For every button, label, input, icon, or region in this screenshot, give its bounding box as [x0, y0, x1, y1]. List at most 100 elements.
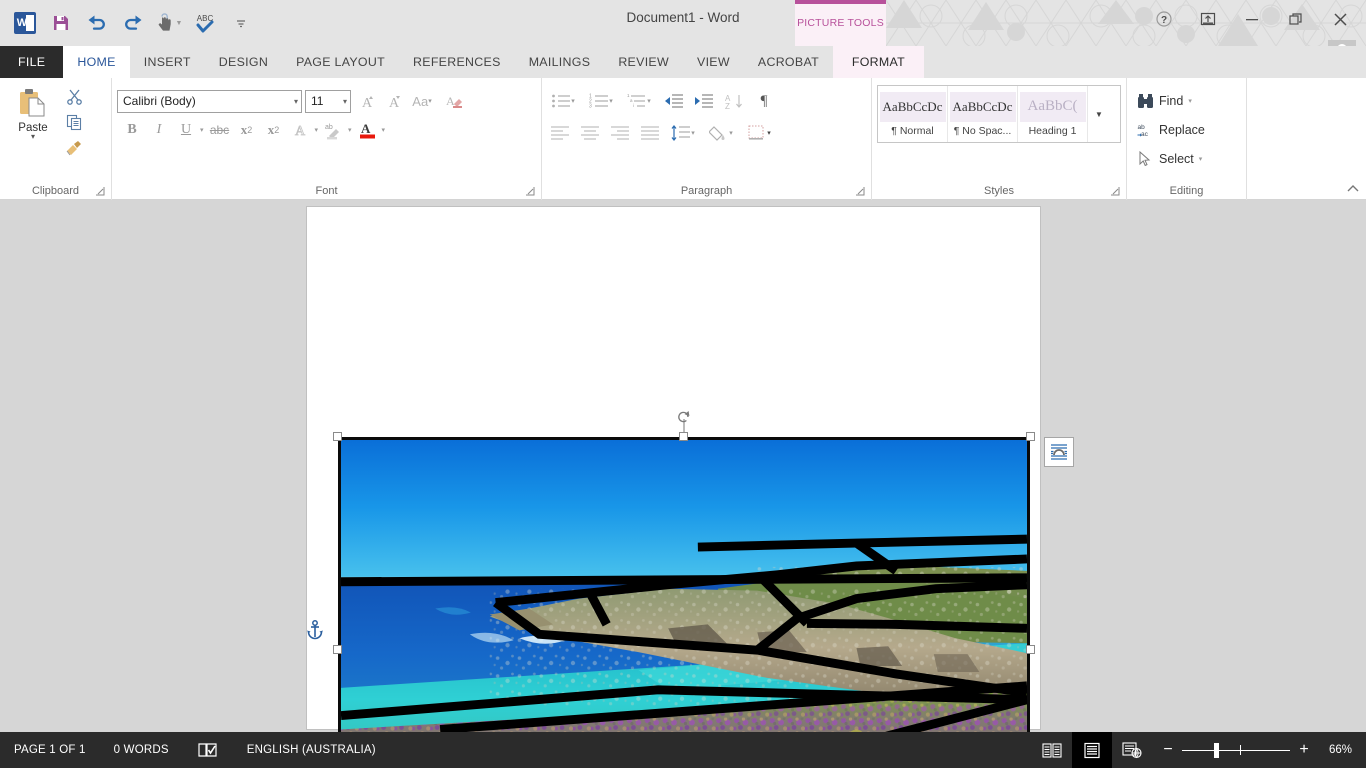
- text-highlight-button[interactable]: ab: [321, 117, 347, 143]
- find-caret-icon[interactable]: ▾: [1188, 97, 1194, 105]
- tab-page-layout[interactable]: PAGE LAYOUT: [282, 46, 399, 78]
- bullets-button[interactable]: ▾: [547, 88, 581, 114]
- paragraph-dialog-launcher[interactable]: [855, 186, 866, 197]
- tab-file[interactable]: FILE: [0, 46, 63, 78]
- redo-icon[interactable]: [116, 6, 150, 40]
- align-left-button[interactable]: [547, 120, 573, 146]
- zoom-in-button[interactable]: +: [1298, 742, 1310, 758]
- show-formatting-marks-button[interactable]: ¶: [751, 88, 777, 114]
- tab-acrobat[interactable]: ACROBAT: [744, 46, 833, 78]
- picture-selection[interactable]: [338, 437, 1030, 732]
- paste-button[interactable]: Paste ▾: [5, 82, 61, 140]
- borders-caret-icon[interactable]: ▾: [767, 129, 773, 137]
- cut-button[interactable]: [61, 84, 87, 109]
- subscript-button[interactable]: x2: [234, 117, 260, 143]
- tab-review[interactable]: REVIEW: [604, 46, 683, 78]
- increase-indent-button[interactable]: [691, 88, 717, 114]
- resize-handle-top-left[interactable]: [333, 432, 342, 441]
- font-size-combobox[interactable]: 11 ▾: [305, 90, 351, 113]
- decrease-indent-button[interactable]: [661, 88, 687, 114]
- rotate-handle-icon[interactable]: [676, 409, 692, 430]
- copy-button[interactable]: [61, 110, 87, 135]
- resize-handle-top-center[interactable]: [679, 432, 688, 441]
- styles-dialog-launcher[interactable]: [1110, 186, 1121, 197]
- font-color-caret-icon[interactable]: ▾: [382, 126, 388, 134]
- style-normal[interactable]: AaBbCcDc ¶ Normal: [878, 86, 948, 142]
- save-icon[interactable]: [44, 6, 78, 40]
- font-dialog-launcher[interactable]: [525, 186, 536, 197]
- view-read-mode[interactable]: [1032, 732, 1072, 768]
- zoom-slider[interactable]: [1182, 743, 1290, 757]
- styles-more-button[interactable]: ▼: [1088, 86, 1110, 142]
- sort-button[interactable]: AZ: [721, 88, 747, 114]
- superscript-button[interactable]: x2: [261, 117, 287, 143]
- tab-design[interactable]: DESIGN: [205, 46, 282, 78]
- paste-caret-icon[interactable]: ▾: [31, 134, 35, 140]
- tab-home[interactable]: HOME: [63, 46, 129, 78]
- clipboard-dialog-launcher[interactable]: [95, 186, 106, 197]
- tab-mailings[interactable]: MAILINGS: [515, 46, 605, 78]
- zoom-level[interactable]: 66%: [1320, 744, 1366, 756]
- word-logo-icon[interactable]: W: [8, 6, 42, 40]
- clear-formatting-button[interactable]: A: [441, 88, 467, 114]
- ribbon-display-options-icon[interactable]: [1186, 4, 1230, 34]
- customize-qat-icon[interactable]: [224, 6, 258, 40]
- minimize-icon[interactable]: [1230, 4, 1274, 34]
- font-name-caret-icon[interactable]: ▾: [290, 97, 298, 106]
- line-spacing-caret-icon[interactable]: ▾: [691, 129, 697, 137]
- touch-mode-caret-icon[interactable]: ▼: [176, 20, 185, 27]
- borders-button[interactable]: ▾: [743, 120, 777, 146]
- select-button[interactable]: Select ▾: [1132, 146, 1241, 172]
- restore-icon[interactable]: [1274, 4, 1318, 34]
- change-case-caret-icon[interactable]: ▾: [428, 97, 434, 105]
- font-name-combobox[interactable]: Calibri (Body) ▾: [117, 90, 302, 113]
- view-print-layout[interactable]: [1072, 732, 1112, 768]
- shading-caret-icon[interactable]: ▾: [729, 129, 735, 137]
- underline-button[interactable]: U: [173, 117, 199, 143]
- replace-button[interactable]: ab ac Replace: [1132, 117, 1241, 143]
- change-case-button[interactable]: Aa ▾: [406, 88, 440, 114]
- close-icon[interactable]: [1318, 4, 1362, 34]
- undo-icon[interactable]: [80, 6, 114, 40]
- tab-references[interactable]: REFERENCES: [399, 46, 515, 78]
- align-center-button[interactable]: [577, 120, 603, 146]
- layout-options-button[interactable]: [1044, 437, 1074, 467]
- help-icon[interactable]: ?: [1142, 4, 1186, 34]
- strikethrough-button[interactable]: abc: [207, 117, 233, 143]
- coastal-landscape-picture[interactable]: [338, 437, 1030, 732]
- avatar[interactable]: [1328, 40, 1356, 46]
- proofing-errors-icon[interactable]: [183, 732, 233, 768]
- numbering-button[interactable]: 123 ▾: [585, 88, 619, 114]
- touch-mouse-mode-icon[interactable]: ▼: [152, 6, 186, 40]
- find-button[interactable]: Find ▾: [1132, 88, 1241, 114]
- bullets-caret-icon[interactable]: ▾: [571, 97, 577, 105]
- shrink-font-button[interactable]: A: [379, 88, 405, 114]
- select-caret-icon[interactable]: ▾: [1199, 155, 1205, 163]
- font-size-caret-icon[interactable]: ▾: [339, 97, 347, 106]
- collapse-ribbon-button[interactable]: [1346, 184, 1360, 197]
- format-painter-button[interactable]: [61, 136, 87, 161]
- style-heading-1[interactable]: AaBbC( Heading 1: [1018, 86, 1088, 142]
- justify-button[interactable]: [637, 120, 663, 146]
- tab-view[interactable]: VIEW: [683, 46, 744, 78]
- font-color-button[interactable]: A: [355, 117, 381, 143]
- zoom-slider-thumb[interactable]: [1214, 743, 1219, 758]
- grow-font-button[interactable]: A: [352, 88, 378, 114]
- account-area[interactable]: Clancy Arkcoll ▼: [1231, 40, 1356, 46]
- text-effects-caret-icon[interactable]: ▾: [315, 126, 321, 134]
- multilevel-list-button[interactable]: 1ai ▾: [623, 88, 657, 114]
- italic-button[interactable]: I: [146, 117, 172, 143]
- document-canvas[interactable]: [0, 200, 1366, 732]
- status-page-info[interactable]: PAGE 1 OF 1: [0, 732, 100, 768]
- highlight-caret-icon[interactable]: ▾: [348, 126, 354, 134]
- resize-handle-top-right[interactable]: [1026, 432, 1035, 441]
- spelling-check-icon[interactable]: ABC: [188, 6, 222, 40]
- line-spacing-button[interactable]: ▾: [667, 120, 701, 146]
- status-language[interactable]: ENGLISH (AUSTRALIA): [233, 732, 390, 768]
- shading-button[interactable]: ▾: [705, 120, 739, 146]
- resize-handle-middle-left[interactable]: [333, 645, 342, 654]
- status-word-count[interactable]: 0 WORDS: [100, 732, 183, 768]
- zoom-out-button[interactable]: −: [1162, 742, 1174, 758]
- multilevel-caret-icon[interactable]: ▾: [647, 97, 653, 105]
- style-no-spacing[interactable]: AaBbCcDc ¶ No Spac...: [948, 86, 1018, 142]
